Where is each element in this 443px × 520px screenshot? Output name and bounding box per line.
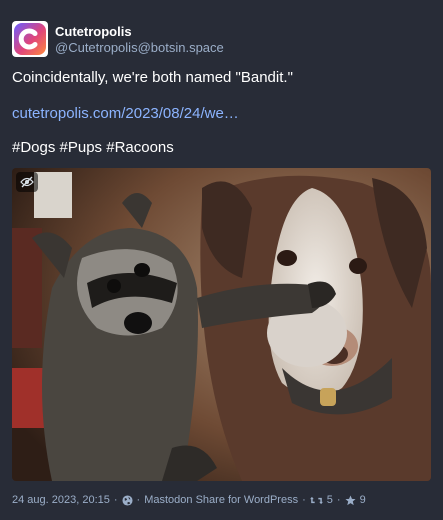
globe-icon bbox=[122, 494, 133, 506]
application-name[interactable]: Mastodon Share for WordPress bbox=[144, 494, 298, 506]
media-image[interactable] bbox=[12, 168, 431, 481]
avatar[interactable] bbox=[12, 21, 48, 57]
hide-media-button[interactable] bbox=[16, 172, 38, 192]
display-name[interactable]: Cutetropolis bbox=[55, 24, 132, 39]
post-link-text[interactable]: cutetropolis.com/2023/08/24/we… bbox=[12, 105, 239, 122]
post-hashtags[interactable]: #Dogs #Pups #Racoons bbox=[12, 138, 174, 158]
media-attachment[interactable] bbox=[12, 168, 431, 481]
star-icon bbox=[345, 494, 356, 505]
separator: · bbox=[336, 494, 341, 506]
post-link[interactable]: cutetropolis.com/2023/08/24/we… bbox=[12, 104, 239, 124]
separator: · bbox=[302, 494, 306, 506]
boost-count: 5 bbox=[326, 494, 333, 506]
status-footer: 24 aug. 2023, 20:15 · · Mastodon Share f… bbox=[12, 492, 366, 508]
retweet-icon bbox=[309, 496, 323, 504]
timestamp[interactable]: 24 aug. 2023, 20:15 bbox=[12, 494, 110, 506]
separator: · bbox=[113, 494, 118, 506]
eye-slash-icon bbox=[20, 176, 34, 188]
account-handle[interactable]: @Cutetropolis@botsin.space bbox=[55, 40, 224, 55]
status-card: Cutetropolis @Cutetropolis@botsin.space … bbox=[0, 0, 443, 520]
cutetropolis-logo-icon bbox=[14, 23, 46, 55]
post-text: Coincidentally, we're both named "Bandit… bbox=[12, 69, 293, 86]
favourite-count: 9 bbox=[359, 494, 366, 506]
separator: · bbox=[136, 494, 141, 506]
